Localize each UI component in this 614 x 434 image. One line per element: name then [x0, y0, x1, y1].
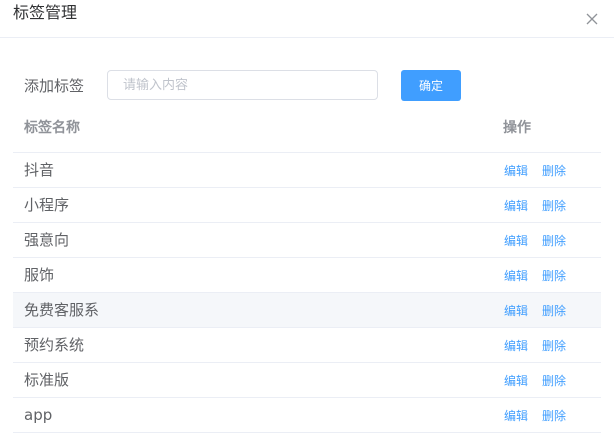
table-row: 小程序 编辑 删除 — [13, 188, 601, 223]
edit-link[interactable]: 编辑 — [504, 303, 528, 319]
edit-link[interactable]: 编辑 — [504, 373, 528, 389]
table-header: 标签名称 操作 — [13, 108, 601, 153]
table-row: 免费客服系 编辑 删除 — [13, 293, 601, 328]
tag-name-cell: 小程序 — [24, 196, 70, 214]
table-row: app 编辑 删除 — [13, 398, 601, 433]
delete-link[interactable]: 删除 — [542, 408, 566, 424]
edit-link[interactable]: 编辑 — [504, 198, 528, 214]
table-row: 标准版 编辑 删除 — [13, 363, 601, 398]
tag-name-cell: 预约系统 — [24, 336, 85, 354]
tag-name-cell: 服饰 — [24, 266, 55, 284]
close-icon[interactable] — [584, 11, 600, 27]
delete-link[interactable]: 删除 — [542, 198, 566, 214]
edit-link[interactable]: 编辑 — [504, 408, 528, 424]
add-tag-row: 添加标签 确定 — [0, 70, 614, 102]
delete-link[interactable]: 删除 — [542, 303, 566, 319]
edit-link[interactable]: 编辑 — [504, 268, 528, 284]
delete-link[interactable]: 删除 — [542, 233, 566, 249]
edit-link[interactable]: 编辑 — [504, 233, 528, 249]
column-header-tag-name: 标签名称 — [24, 120, 80, 136]
delete-link[interactable]: 删除 — [542, 268, 566, 284]
edit-link[interactable]: 编辑 — [504, 338, 528, 354]
tag-management-dialog: 标签管理 添加标签 确定 标签名称 操作 抖音 编辑 删除 小程序 编辑 删除 … — [0, 0, 614, 434]
column-header-actions: 操作 — [503, 120, 531, 136]
edit-link[interactable]: 编辑 — [504, 163, 528, 179]
tag-name-cell: 标准版 — [24, 371, 70, 389]
tag-name-input[interactable] — [107, 70, 378, 100]
table-row: 强意向 编辑 删除 — [13, 223, 601, 258]
table-row: 服饰 编辑 删除 — [13, 258, 601, 293]
table-row: 抖音 编辑 删除 — [13, 153, 601, 188]
delete-link[interactable]: 删除 — [542, 338, 566, 354]
tag-table: 标签名称 操作 抖音 编辑 删除 小程序 编辑 删除 强意向 编辑 删除 服饰 … — [13, 108, 601, 433]
confirm-button[interactable]: 确定 — [401, 70, 461, 101]
table-row: 预约系统 编辑 删除 — [13, 328, 601, 363]
dialog-header: 标签管理 — [0, 0, 614, 38]
tag-name-cell: app — [24, 406, 53, 424]
delete-link[interactable]: 删除 — [542, 163, 566, 179]
tag-name-cell: 免费客服系 — [24, 301, 100, 319]
tag-name-cell: 强意向 — [24, 231, 70, 249]
add-tag-label: 添加标签 — [24, 77, 85, 95]
dialog-title: 标签管理 — [13, 3, 78, 22]
tag-name-cell: 抖音 — [24, 161, 55, 179]
delete-link[interactable]: 删除 — [542, 373, 566, 389]
